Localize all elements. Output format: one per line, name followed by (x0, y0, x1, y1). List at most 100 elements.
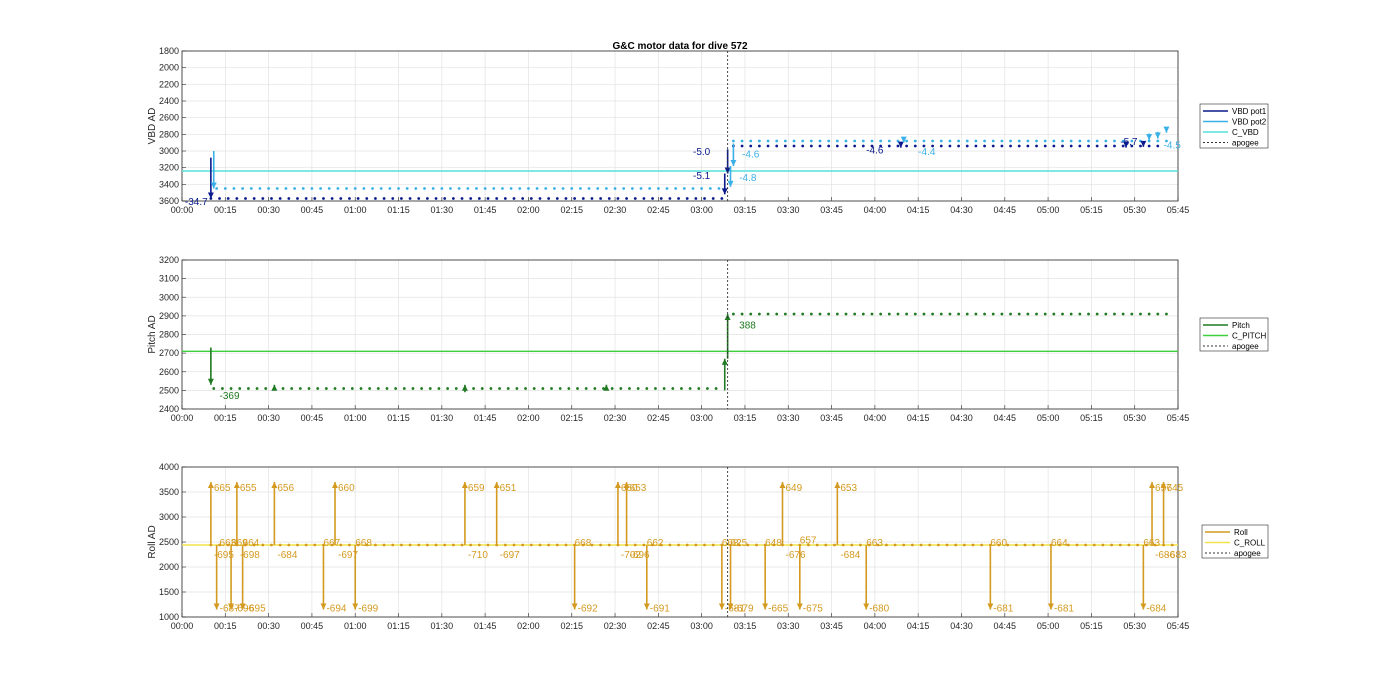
data-point (732, 139, 735, 143)
data-point (1052, 144, 1056, 148)
data-point (740, 139, 744, 143)
data-point (221, 387, 224, 390)
data-point (391, 197, 395, 200)
data-point (1121, 312, 1125, 316)
data-point (509, 187, 513, 190)
data-point (801, 139, 805, 143)
y-tick-label: 3000 (159, 292, 179, 302)
data-point (241, 187, 245, 190)
annotation: -4.6 (742, 150, 760, 161)
data-point (425, 197, 429, 200)
annotation: -4.4 (918, 147, 936, 158)
y-tick-label: 2600 (159, 113, 179, 123)
data-point (1113, 139, 1116, 143)
x-tick-label: 01:45 (474, 621, 497, 631)
data-point (749, 312, 753, 316)
data-point (879, 139, 883, 143)
data-point (766, 144, 770, 148)
data-point (962, 543, 966, 547)
data-point (486, 197, 490, 200)
data-point (688, 387, 692, 390)
data-point (757, 144, 761, 148)
data-point (694, 543, 698, 547)
data-point (475, 187, 478, 190)
data-point (818, 312, 822, 316)
data-point (581, 197, 585, 200)
event-label: -680 (869, 604, 889, 615)
data-point (757, 312, 761, 316)
x-tick-label: 05:15 (1080, 621, 1103, 631)
data-point (495, 197, 499, 200)
x-tick-label: 03:45 (820, 413, 843, 423)
x-tick-label: 03:15 (734, 205, 757, 215)
data-point (261, 197, 265, 200)
data-point (558, 387, 562, 390)
data-point (275, 187, 279, 190)
data-point (336, 187, 340, 190)
data-point (1017, 139, 1021, 143)
data-point (1052, 312, 1056, 316)
data-point (697, 387, 701, 390)
data-point (801, 144, 805, 148)
data-point (1009, 144, 1012, 148)
data-point (503, 543, 507, 547)
x-tick-label: 00:45 (301, 413, 324, 423)
data-point (529, 197, 533, 200)
x-tick-label: 05:30 (1123, 413, 1146, 423)
data-point (226, 197, 230, 200)
data-point (905, 144, 909, 148)
data-point (235, 197, 239, 200)
data-point (1069, 312, 1073, 316)
event-label: 645 (1167, 483, 1184, 494)
data-point (749, 144, 753, 148)
data-point (460, 197, 464, 200)
x-tick-label: 04:45 (994, 413, 1017, 423)
x-tick-label: 04:00 (864, 413, 887, 423)
data-point (425, 543, 429, 547)
data-point (945, 543, 949, 547)
data-point (991, 312, 995, 316)
data-point (628, 387, 631, 390)
data-point (287, 543, 291, 547)
data-point (833, 543, 836, 547)
data-point (827, 144, 831, 148)
annotation: 663 (1143, 538, 1160, 549)
data-point (706, 387, 709, 390)
data-point (576, 387, 579, 390)
data-point (376, 387, 380, 390)
data-point (662, 387, 666, 390)
data-point (619, 387, 623, 390)
y-axis-label: Roll AD (147, 525, 158, 558)
data-point (1092, 543, 1096, 547)
data-point (931, 139, 935, 143)
data-point (564, 197, 568, 200)
event-label: -684 (277, 550, 297, 561)
data-point (382, 543, 386, 547)
roll-panel: 00:00 00:15 00:30 00:45 01:00 01:15 01:30 01:45… (147, 462, 1269, 631)
data-point (1110, 543, 1113, 547)
data-point (827, 139, 831, 143)
data-point (957, 144, 960, 148)
data-point (238, 387, 242, 390)
data-point (408, 197, 412, 200)
data-point (651, 197, 654, 200)
x-tick-label: 05:00 (1037, 205, 1060, 215)
data-point (281, 387, 285, 390)
data-point (599, 543, 603, 547)
data-point (792, 312, 796, 316)
data-point (218, 197, 221, 200)
data-point (553, 187, 556, 190)
data-point (954, 543, 958, 547)
data-point (394, 387, 398, 390)
data-point (913, 144, 917, 148)
data-point (350, 387, 354, 390)
data-point (714, 387, 718, 390)
data-point (939, 139, 943, 143)
x-tick-label: 02:45 (647, 413, 670, 423)
event-label: -692 (578, 604, 598, 615)
legend-label: Roll (1234, 528, 1248, 537)
x-tick-label: 05:30 (1123, 621, 1146, 631)
data-point (1095, 139, 1099, 143)
data-point (965, 139, 969, 143)
data-point (223, 187, 227, 190)
